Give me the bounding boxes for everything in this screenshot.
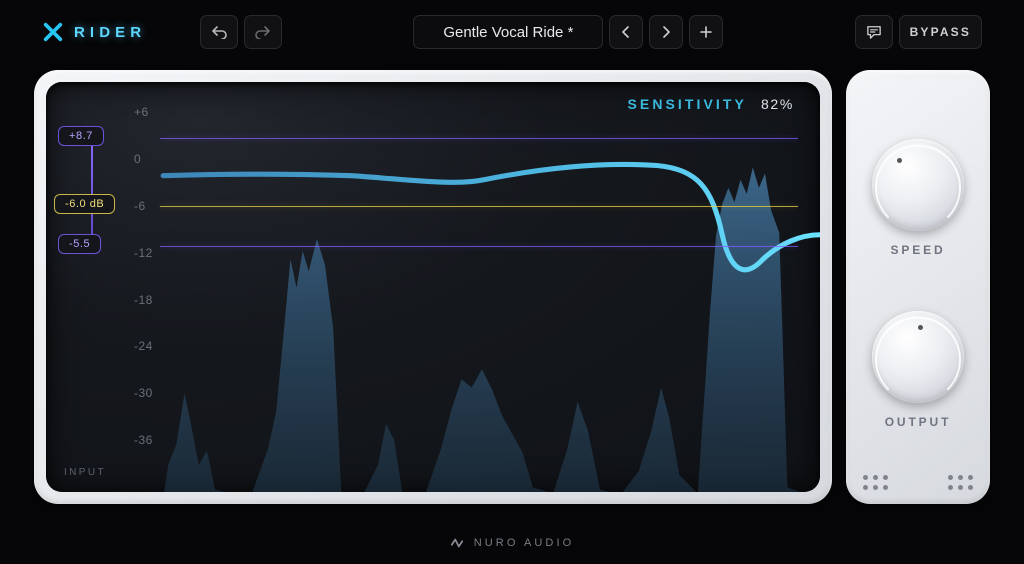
knob-indicator-icon (897, 158, 902, 163)
grip-dots (846, 475, 990, 490)
undo-redo-group (200, 15, 282, 49)
undo-button[interactable] (200, 15, 238, 49)
grip-icon (948, 475, 973, 490)
top-bar: RIDER Gentle Vocal Ride * (0, 0, 1024, 64)
range-low-value: -5.5 (69, 238, 90, 250)
axis-tick: 0 (134, 152, 141, 166)
chevron-left-icon (621, 26, 631, 38)
knob-indicator-icon (918, 325, 923, 330)
vendor-logo-icon (450, 536, 464, 550)
redo-button[interactable] (244, 15, 282, 49)
sensitivity-control[interactable]: SENSITIVITY 82% (627, 96, 794, 112)
vendor-name: NURO AUDIO (474, 537, 574, 549)
plugin-window: RIDER Gentle Vocal Ride * (0, 0, 1024, 564)
side-panel: SPEED OUTPUT (846, 70, 990, 504)
main-panels: +6 0 -6 -12 -18 -24 -30 -36 +8.7 (34, 70, 990, 504)
preset-name-button[interactable]: Gentle Vocal Ride * (413, 15, 603, 49)
preset-next-button[interactable] (649, 15, 683, 49)
brand-x-icon (42, 21, 64, 43)
axis-tick: -36 (134, 433, 153, 447)
speed-label: SPEED (890, 243, 945, 257)
output-knob[interactable] (872, 311, 964, 403)
brand: RIDER (42, 21, 146, 43)
axis-tick: -6 (134, 199, 146, 213)
bypass-label: BYPASS (910, 25, 971, 39)
target-line (160, 206, 798, 207)
target-handle[interactable]: -6.0 dB (54, 194, 115, 214)
range-high-handle[interactable]: +8.7 (58, 126, 104, 146)
range-high-line (160, 138, 798, 139)
display-screen: +6 0 -6 -12 -18 -24 -30 -36 +8.7 (46, 82, 820, 492)
footer: NURO AUDIO (0, 536, 1024, 550)
display-bezel: +6 0 -6 -12 -18 -24 -30 -36 +8.7 (34, 70, 832, 504)
grip-icon (863, 475, 888, 490)
range-high-value: +8.7 (69, 130, 93, 142)
axis: +6 0 -6 -12 -18 -24 -30 -36 (134, 98, 798, 458)
range-low-line (160, 246, 798, 247)
axis-tick: -12 (134, 246, 153, 260)
output-label: OUTPUT (885, 415, 952, 429)
target-value: -6.0 dB (65, 198, 104, 210)
preset-name-label: Gentle Vocal Ride * (443, 24, 573, 41)
output-knob-block: OUTPUT (872, 311, 964, 429)
axis-tick: -24 (134, 339, 153, 353)
chevron-right-icon (661, 26, 671, 38)
input-label: INPUT (64, 467, 106, 478)
sensitivity-value: 82% (761, 96, 794, 112)
speed-knob-block: SPEED (872, 139, 964, 257)
axis-tick: -18 (134, 293, 153, 307)
range-low-handle[interactable]: -5.5 (58, 234, 101, 254)
axis-tick: +6 (134, 105, 149, 119)
preset-prev-button[interactable] (609, 15, 643, 49)
speed-knob[interactable] (872, 139, 964, 231)
bypass-button[interactable]: BYPASS (899, 15, 982, 49)
chat-icon (866, 25, 882, 39)
sensitivity-label: SENSITIVITY (627, 96, 746, 112)
brand-name: RIDER (74, 24, 146, 41)
right-toolbar: BYPASS (855, 15, 982, 49)
plus-icon (700, 26, 712, 38)
axis-tick: -30 (134, 386, 153, 400)
preset-add-button[interactable] (689, 15, 723, 49)
help-button[interactable] (855, 15, 893, 49)
